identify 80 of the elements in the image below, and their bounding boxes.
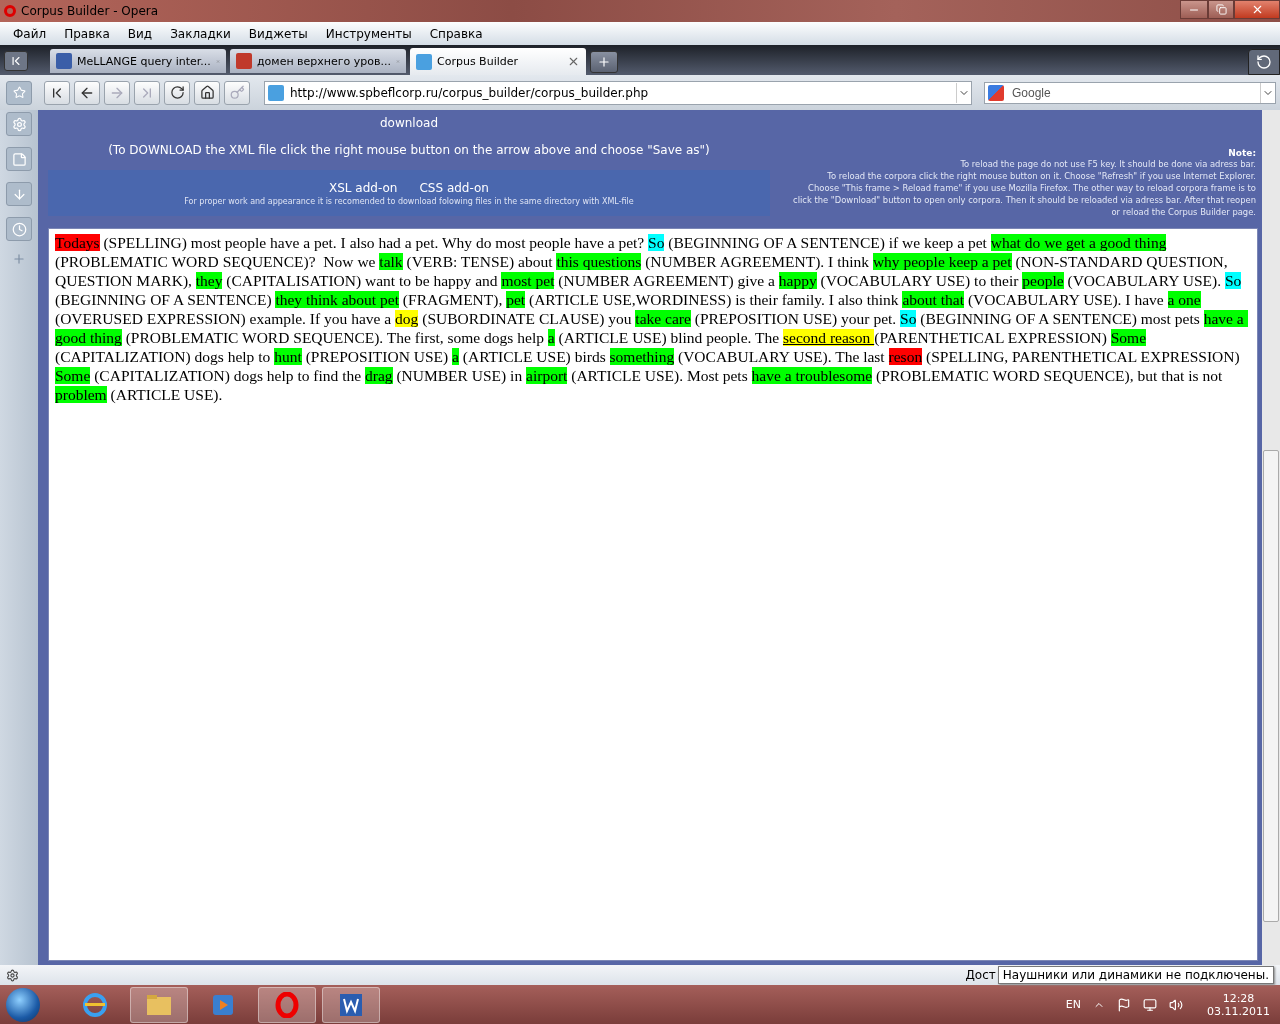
favicon-icon <box>416 53 432 70</box>
favicon-icon <box>268 84 284 101</box>
play-icon <box>211 992 235 1017</box>
note-icon <box>11 151 27 167</box>
language-indicator[interactable]: EN <box>1065 998 1081 1011</box>
new-tab-button[interactable] <box>590 51 618 73</box>
window-title: Corpus Builder - Opera <box>21 4 160 18</box>
search-box[interactable]: Google <box>984 81 1276 104</box>
back-button[interactable] <box>74 80 100 105</box>
download-hint: (To DOWNLOAD the XML file click the right mouse button on the arrow above and choose "Save as") <box>108 143 710 157</box>
bookmark-panel-button[interactable] <box>6 80 32 105</box>
tooltip: Наушники или динамики не подключены. <box>997 966 1274 984</box>
address-field[interactable]: http://www.spbeflcorp.ru/corpus_builder/corpus_builder.php <box>264 80 972 105</box>
settings-icon <box>11 116 27 132</box>
menu-item[interactable]: Закладки <box>161 26 240 41</box>
close-icon <box>567 55 580 68</box>
opera-taskbar-button[interactable] <box>258 986 316 1023</box>
maximize-button[interactable] <box>1208 0 1234 19</box>
addons-hint: For proper work and appearance it is recomended to download folowing files in the same directory with XML-file <box>184 196 634 206</box>
speaker-icon <box>1169 997 1183 1012</box>
plus-icon <box>597 55 611 69</box>
scrollbar[interactable] <box>1262 110 1280 965</box>
start-button[interactable] <box>6 987 40 1022</box>
favicon-icon <box>236 53 252 69</box>
restore-icon <box>1215 4 1227 15</box>
key-icon <box>229 85 245 100</box>
note-line: or reload the Corpus Builder page. <box>1111 206 1256 218</box>
clock-time: 12:28 <box>1222 991 1255 1005</box>
opera-logo-icon <box>274 991 300 1018</box>
star-icon <box>12 86 26 99</box>
note-line: To reload the page do not use F5 key. It should be done via adress bar. <box>960 158 1256 170</box>
undo-icon <box>1256 54 1272 70</box>
menu-item[interactable]: Виджеты <box>239 26 317 41</box>
clock-icon <box>11 221 27 237</box>
network-icon <box>1143 997 1157 1012</box>
down-arrow-icon <box>11 186 27 202</box>
notes-button[interactable] <box>6 147 32 171</box>
favicon-icon <box>56 53 72 69</box>
home-button[interactable] <box>194 80 220 105</box>
panel-toggle-button[interactable] <box>4 51 28 71</box>
menu-item[interactable]: Вид <box>118 26 162 41</box>
clock-date: 03.11.2011 <box>1207 1004 1270 1018</box>
folder-taskbar-button[interactable] <box>130 986 188 1023</box>
addon-link[interactable]: XSL add-on <box>329 180 398 195</box>
add-panel-icon <box>12 252 26 266</box>
reload-button[interactable] <box>164 80 190 105</box>
dropdown-icon <box>1260 82 1275 103</box>
minimize-button[interactable] <box>1180 0 1208 19</box>
opera-logo-icon <box>4 5 16 17</box>
note-line: Choose "This frame > Reload frame" if you use Mozilla Firefox. The other way to reload corpora frame is to <box>808 182 1256 194</box>
note-line: To reload the corpora click the right mouse button on it. Choose "Refresh" if you use Internet Explorer. <box>827 170 1256 182</box>
status-text: Дост <box>965 968 996 982</box>
menu-item[interactable]: Правка <box>55 26 119 41</box>
note-title: Note: <box>1228 148 1256 158</box>
rewind-button[interactable] <box>44 80 70 105</box>
downloads-button[interactable] <box>6 182 32 206</box>
globe-icon <box>82 991 108 1018</box>
menu-item[interactable]: Файл <box>4 26 56 41</box>
close-button[interactable] <box>1234 0 1280 19</box>
flag-icon <box>1117 997 1131 1012</box>
trash-button[interactable] <box>1248 49 1280 75</box>
word-taskbar-button[interactable] <box>322 986 380 1023</box>
download-link[interactable]: download <box>380 116 438 130</box>
history-button[interactable] <box>6 217 32 241</box>
settings-button[interactable] <box>6 112 32 136</box>
note-line: click the "Download" button to open only corpora. Then it should be reloaded via adress bar. After that reopen <box>793 194 1256 206</box>
menu-item[interactable]: Справка <box>420 26 492 41</box>
word-logo-icon <box>338 991 364 1018</box>
reload-icon <box>169 85 185 100</box>
browser-tab[interactable]: домен верхнего уров... <box>230 49 406 73</box>
status-settings-icon <box>6 968 19 982</box>
google-logo-icon <box>988 84 1004 101</box>
addon-link[interactable]: CSS add-on <box>419 180 489 195</box>
folder-icon <box>145 992 173 1017</box>
browser-tab[interactable]: Corpus Builder <box>410 48 586 75</box>
dropdown-icon <box>956 82 971 103</box>
menu-item[interactable]: Инструменты <box>316 26 421 41</box>
panel-icon <box>9 54 23 68</box>
browser-tab[interactable]: MeLLANGE query inter... <box>50 49 226 73</box>
home-icon <box>199 85 215 100</box>
